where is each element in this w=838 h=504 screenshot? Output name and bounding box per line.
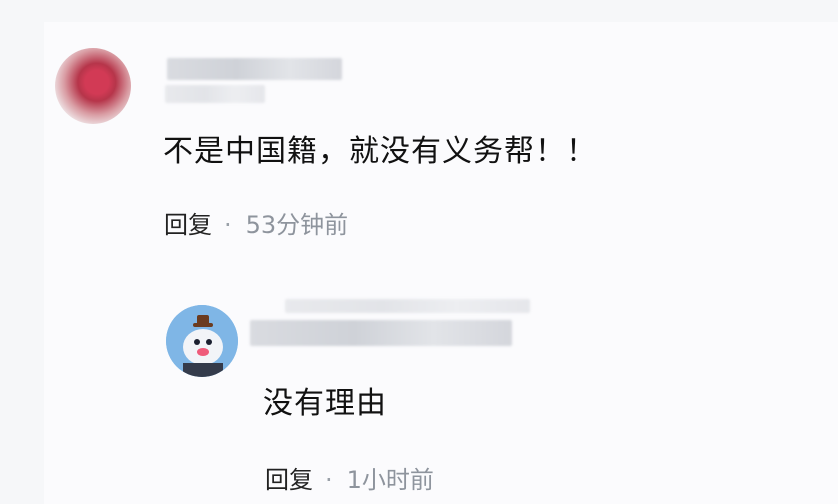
avatar[interactable] — [55, 48, 131, 124]
blurred-username — [250, 320, 512, 346]
timestamp: 53分钟前 — [245, 211, 349, 239]
timestamp: 1小时前 — [346, 466, 434, 494]
reply-button[interactable]: 回复 — [164, 211, 212, 239]
avatar-character-icon — [166, 305, 238, 377]
blurred-username — [167, 58, 342, 80]
reply-button[interactable]: 回复 — [265, 466, 313, 494]
comment-meta: 回复 · 53分钟前 — [164, 205, 348, 240]
separator-dot: · — [224, 211, 232, 239]
reply-text: 没有理由 — [263, 386, 387, 421]
blurred-username-line — [285, 299, 530, 313]
reply-meta: 回复 · 1小时前 — [265, 460, 434, 495]
blurred-username-line — [165, 85, 265, 103]
comment-text: 不是中国籍，就没有义务帮！！ — [163, 134, 597, 169]
avatar[interactable] — [166, 305, 238, 377]
separator-dot: · — [325, 466, 333, 494]
comment-panel — [44, 22, 838, 504]
